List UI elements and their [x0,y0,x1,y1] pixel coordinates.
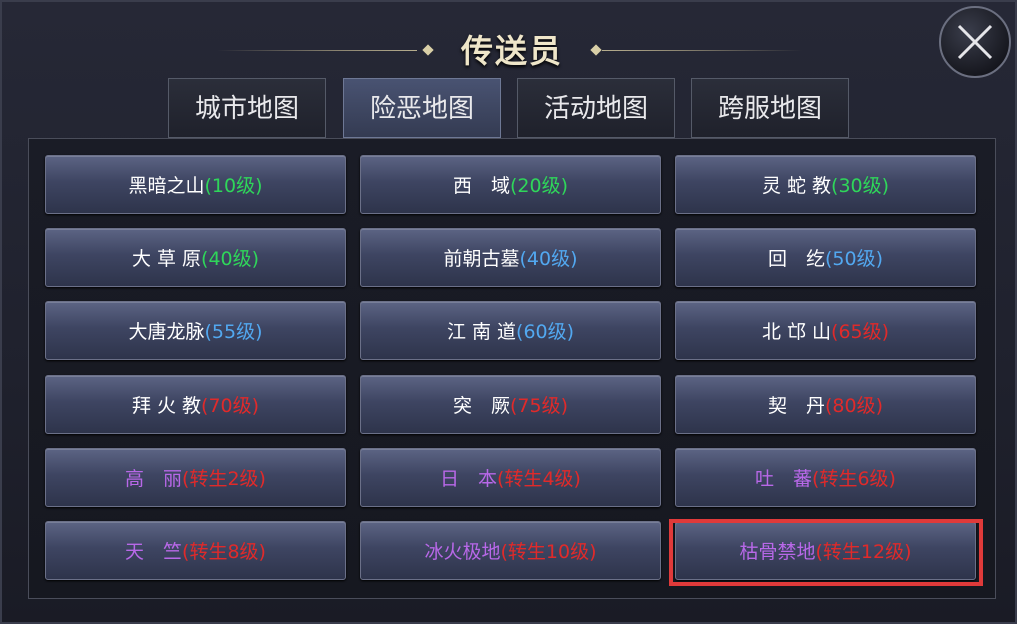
tab-cross-server-map[interactable]: 跨服地图 [691,78,849,138]
map-level-requirement: (10级) [204,175,263,197]
map-level-requirement: (70级) [201,395,260,417]
map-level-requirement: (20级) [510,175,569,197]
map-level-requirement: (转生4级) [497,468,581,490]
map-level-requirement: (55级) [204,321,263,343]
map-button[interactable]: 契 丹 (80级) [675,375,976,434]
close-icon [957,24,993,60]
map-name: 大 草 原 [131,248,202,270]
map-button[interactable]: 北 邙 山 (65级) [675,301,976,360]
map-button[interactable]: 拜 火 教 (70级) [45,375,346,434]
map-button[interactable]: 大唐龙脉 (55级) [45,301,346,360]
map-level-requirement: (40级) [201,248,260,270]
map-level-requirement: (转生12级) [815,541,912,563]
title-ornament-right [590,44,602,56]
map-name: 北 邙 山 [761,321,832,343]
map-button[interactable]: 冰火极地 (转生10级) [360,521,661,580]
map-button[interactable]: 黑暗之山 (10级) [45,155,346,214]
map-button[interactable]: 枯骨禁地 (转生12级) [675,521,976,580]
map-level-requirement: (转生2级) [182,468,266,490]
map-name: 回 纥 [767,248,825,270]
map-button[interactable]: 灵 蛇 教 (30级) [675,155,976,214]
map-name: 前朝古墓 [443,248,520,270]
map-name: 天 竺 [125,541,183,563]
map-name: 契 丹 [767,395,825,417]
map-level-requirement: (转生10级) [500,541,597,563]
map-name: 吐 蕃 [755,468,813,490]
map-level-requirement: (30级) [831,175,890,197]
title-bar: 传送员 [2,20,1017,76]
map-button[interactable]: 江 南 道 (60级) [360,301,661,360]
map-level-requirement: (转生6级) [812,468,896,490]
tab-event-map[interactable]: 活动地图 [517,78,675,138]
map-name: 江 南 道 [446,321,517,343]
map-name: 拜 火 教 [131,395,202,417]
map-name: 冰火极地 [424,541,501,563]
close-button[interactable] [939,6,1011,78]
map-level-requirement: (40级) [519,248,578,270]
map-button[interactable]: 回 纥 (50级) [675,228,976,287]
map-name: 日 本 [440,468,498,490]
title-divider-right [602,50,802,51]
map-name: 黑暗之山 [128,175,205,197]
map-button[interactable]: 前朝古墓 (40级) [360,228,661,287]
map-name: 西 域 [452,175,510,197]
map-level-requirement: (60级) [516,321,575,343]
map-level-requirement: (65级) [831,321,890,343]
map-level-requirement: (80级) [825,395,884,417]
map-name: 突 厥 [452,395,510,417]
map-name: 大唐龙脉 [128,321,205,343]
map-name: 枯骨禁地 [739,541,816,563]
teleporter-window: 传送员 城市地图 险恶地图 活动地图 跨服地图 黑暗之山 (10级) 西 域 (20级… [0,0,1017,624]
map-button[interactable]: 西 域 (20级) [360,155,661,214]
map-button[interactable]: 高 丽 (转生2级) [45,448,346,507]
window-title: 传送员 [460,32,563,70]
map-name: 高 丽 [125,468,183,490]
tab-city-map[interactable]: 城市地图 [168,78,326,138]
map-level-requirement: (转生8级) [182,541,266,563]
map-button[interactable]: 大 草 原 (40级) [45,228,346,287]
map-name: 灵 蛇 教 [761,175,832,197]
map-level-requirement: (75级) [510,395,569,417]
map-button[interactable]: 吐 蕃 (转生6级) [675,448,976,507]
title-divider-left [217,50,417,51]
map-button[interactable]: 突 厥 (75级) [360,375,661,434]
tab-danger-map[interactable]: 险恶地图 [343,78,501,138]
map-button[interactable]: 天 竺 (转生8级) [45,521,346,580]
map-button[interactable]: 日 本 (转生4级) [360,448,661,507]
map-level-requirement: (50级) [825,248,884,270]
